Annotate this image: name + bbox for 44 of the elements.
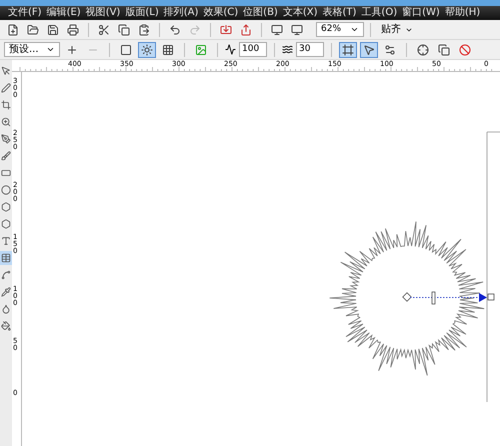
amplitude-icon [225, 44, 236, 55]
distortion-handle[interactable] [402, 292, 494, 304]
menu-item[interactable]: 位图(B) [243, 8, 278, 18]
shape-icon[interactable] [0, 217, 12, 231]
menu-item[interactable]: 文件(F) [8, 8, 42, 18]
menu-item[interactable]: 窗口(W) [402, 8, 440, 18]
option-icon [363, 44, 375, 56]
brush-icon[interactable] [0, 149, 12, 163]
option-button[interactable] [339, 42, 357, 58]
ellipse-icon[interactable] [0, 183, 12, 197]
option-button[interactable] [360, 42, 378, 58]
distortion-mode-button[interactable] [138, 42, 156, 58]
zoom-icon[interactable] [0, 115, 12, 129]
preset-dropdown[interactable]: 预设... [4, 42, 60, 57]
mode-icon [162, 44, 174, 56]
table-icon[interactable] [0, 251, 12, 265]
drop-icon[interactable] [0, 302, 12, 316]
menu-item[interactable]: 排列(A) [164, 8, 198, 18]
eyedropper-icon[interactable] [0, 285, 12, 299]
caret-icon [46, 45, 55, 54]
mode-icon [120, 44, 132, 56]
zoom-dropdown[interactable]: 62% [316, 22, 364, 37]
polygon-icon[interactable] [0, 200, 12, 214]
frequency-icon [282, 44, 293, 55]
menu-item[interactable]: 帮助(H) [444, 8, 480, 18]
menu-item[interactable]: 效果(C) [203, 8, 238, 18]
option-icon [342, 44, 354, 56]
frequency-field[interactable]: 30 [296, 42, 324, 57]
menu-item[interactable]: 工具(O) [361, 8, 398, 18]
snap-button[interactable]: 贴齐 [377, 22, 417, 38]
caret-icon [350, 25, 359, 34]
menu-item[interactable]: 版面(L) [125, 8, 159, 18]
pen-nib-icon[interactable] [0, 132, 12, 146]
menu-item[interactable]: 编辑(E) [46, 8, 81, 18]
menu-item[interactable]: 视图(V) [86, 8, 120, 18]
menu-item[interactable]: 文本(X) [282, 8, 318, 18]
amplitude-field[interactable]: 100 [239, 42, 267, 57]
option-icon [384, 44, 396, 56]
mode-icon [141, 44, 153, 56]
pen-icon[interactable] [0, 81, 12, 95]
menu-item[interactable]: 表格(T) [322, 8, 356, 18]
crop-icon[interactable] [0, 98, 12, 112]
curve-icon[interactable] [0, 268, 12, 282]
bucket-icon[interactable] [0, 319, 12, 333]
